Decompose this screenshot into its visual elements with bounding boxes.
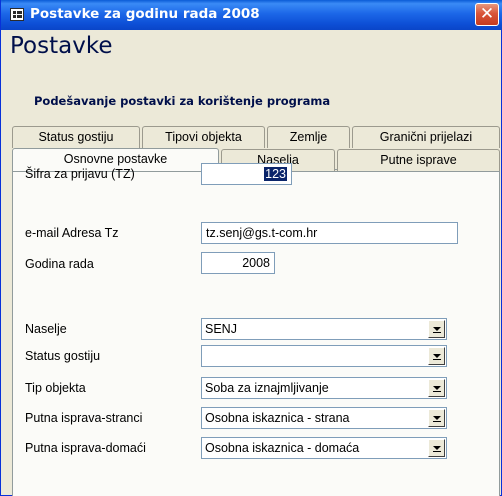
godina-label: Godina rada <box>25 257 94 271</box>
sifra-label: Šifra za prijavu (TZ) <box>25 167 135 181</box>
status-combo[interactable] <box>201 345 447 367</box>
chevron-down-icon[interactable] <box>428 409 445 427</box>
page-subtitle: Podešavanje postavki za korištenje progr… <box>34 94 331 108</box>
naselje-label: Naselje <box>25 322 67 336</box>
tip-value: Soba za iznajmljivanje <box>205 381 329 395</box>
tip-label: Tip objekta <box>25 381 86 395</box>
naselje-value: SENJ <box>205 322 237 336</box>
naselje-combo[interactable]: SENJ <box>201 318 447 340</box>
window-title: Postavke za godinu rada 2008 <box>30 6 260 22</box>
tab-tipovi-objekta[interactable]: Tipovi objekta <box>142 126 265 148</box>
domaci-combo[interactable]: Osobna iskaznica - domaća <box>201 437 447 459</box>
chevron-down-icon[interactable] <box>428 320 445 338</box>
status-label: Status gostiju <box>25 349 101 363</box>
stranci-value: Osobna iskaznica - strana <box>205 411 350 425</box>
chevron-down-icon[interactable] <box>428 379 445 397</box>
tab-zemlje[interactable]: Zemlje <box>267 126 350 148</box>
chevron-down-icon[interactable] <box>428 439 445 457</box>
page-title: Postavke <box>10 33 113 59</box>
tab-status-gostiju[interactable]: Status gostiju <box>12 126 140 148</box>
title-bar[interactable]: Postavke za godinu rada 2008 ✕ <box>1 0 502 30</box>
close-button[interactable]: ✕ <box>475 3 499 26</box>
godina-field[interactable]: 2008 <box>201 252 275 274</box>
form-icon <box>10 8 24 21</box>
stranci-label: Putna isprava-stranci <box>25 411 143 425</box>
settings-window: Postavke za godinu rada 2008 ✕ Postavke … <box>0 0 502 496</box>
domaci-label: Putna isprava-domaći <box>25 441 146 455</box>
email-label: e-mail Adresa Tz <box>25 226 119 240</box>
sifra-field[interactable]: 123 <box>201 163 292 185</box>
email-field[interactable]: tz.senj@gs.t-com.hr <box>201 222 458 244</box>
tab-putne-isprave[interactable]: Putne isprave <box>337 149 500 171</box>
sifra-value: 123 <box>264 167 287 181</box>
stranci-combo[interactable]: Osobna iskaznica - strana <box>201 407 447 429</box>
chevron-down-icon[interactable] <box>428 347 445 365</box>
domaci-value: Osobna iskaznica - domaća <box>205 441 360 455</box>
tip-combo[interactable]: Soba za iznajmljivanje <box>201 377 447 399</box>
tab-granicni-prijelazi[interactable]: Granični prijelazi <box>352 126 500 148</box>
